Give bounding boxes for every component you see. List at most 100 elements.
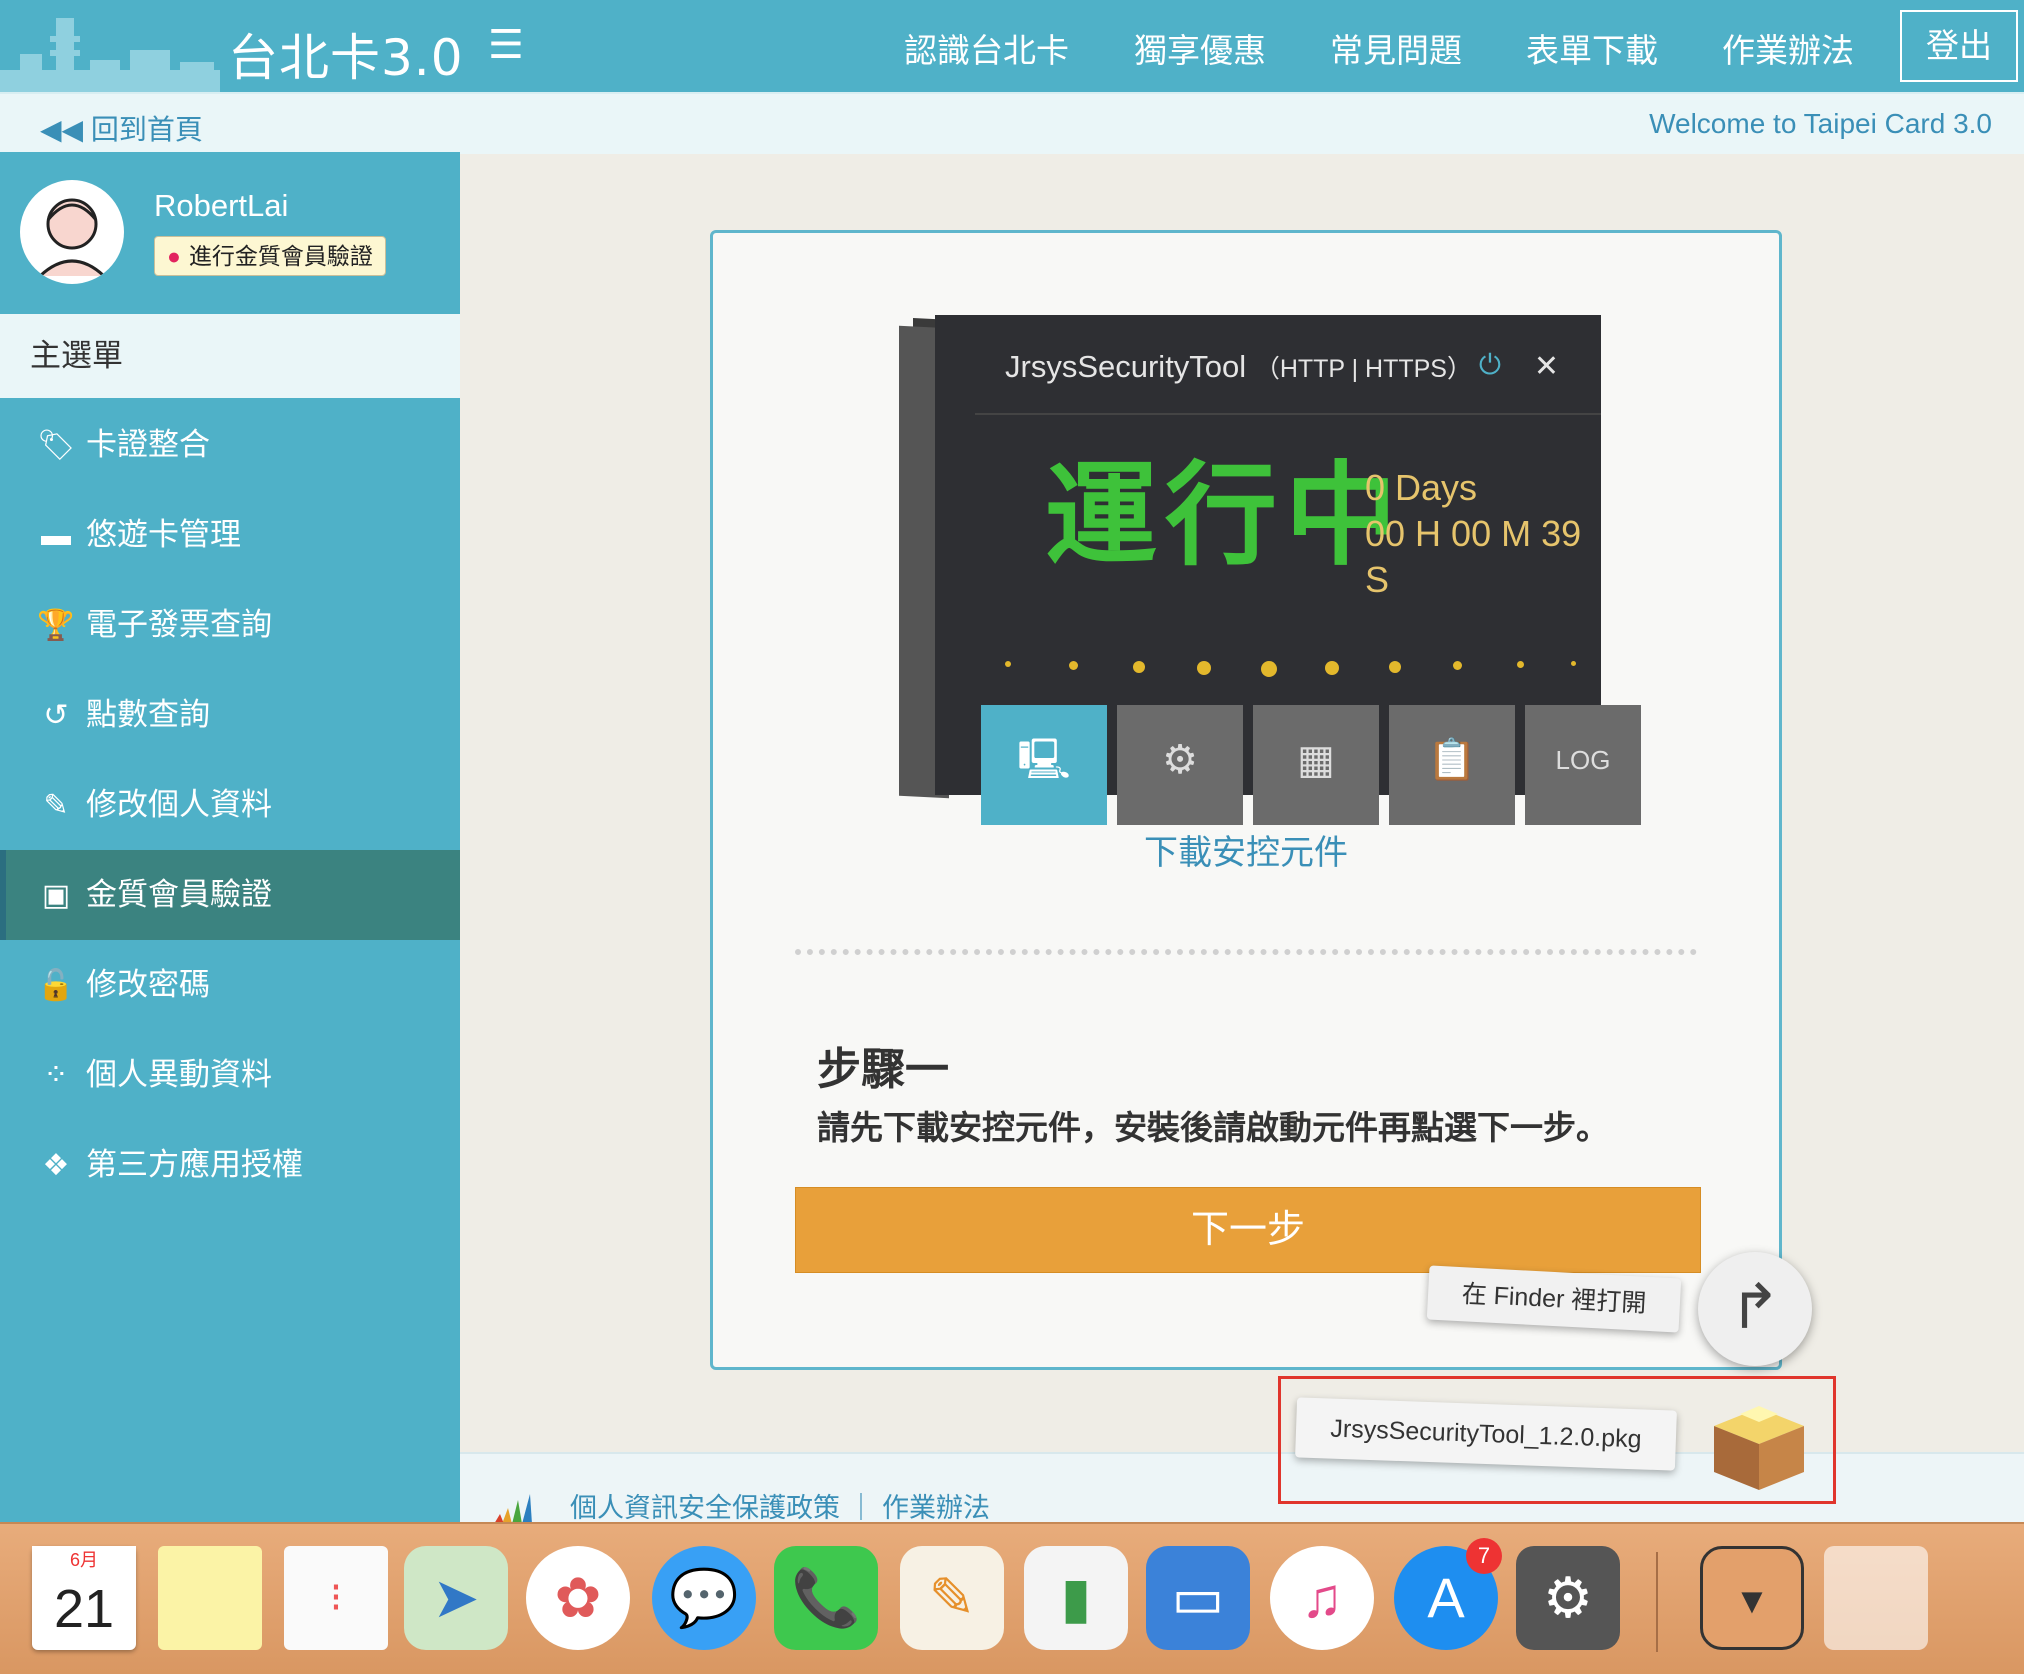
step-description: 請先下載安控元件，安裝後請啟動元件再點選下一步。 [817,1109,1609,1146]
tool-divider [975,413,1601,415]
user-avatar-icon [22,182,122,282]
log-icon: LOG [1525,705,1641,825]
tool-uptime: 0 Days 00 H 00 M 39 S [1365,465,1601,603]
dot [1325,661,1339,675]
sidebar-item-label: 個人異動資料 [86,1057,272,1092]
avatar [20,180,124,284]
brand-title[interactable]: 台北卡3.0 [228,18,464,90]
photos-app-icon[interactable]: ✿ [526,1546,630,1650]
sidebar-item-points[interactable]: ↺ 點數查詢 [0,670,460,760]
tool-days: 0 Days [1365,467,1478,508]
notes-app-icon[interactable] [158,1546,262,1650]
gears-icon: ⚙ [1117,705,1243,825]
welcome-text: Welcome to Taipei Card 3.0 [1649,108,1992,139]
step-title: 步驟一 [817,1045,949,1094]
nav-offers[interactable]: 獨享優惠 [1134,24,1266,72]
dot [1389,661,1401,673]
pages-app-icon[interactable]: ✎ [900,1546,1004,1650]
id-card-icon: ▣ [41,879,71,912]
sub-bar: ◀◀ 回到首頁 Welcome to Taipei Card 3.0 [0,92,2024,154]
verification-card: JrsysSecurityTool （HTTP | HTTPS） ⏻ ✕ 運行中… [710,230,1782,1370]
nav-about-card[interactable]: 認識台北卡 [904,24,1069,72]
macos-dock: 6月 21 ⁝ ➤ ✿ 💬 📞 ✎ ▮ ▭ ♫ A 7 ⚙ ▼ [0,1522,2024,1674]
close-icon: ✕ [1533,350,1559,383]
calendar-app-icon[interactable]: 6月 21 [32,1546,136,1650]
tool-status: 運行中 [1045,451,1405,581]
dot [1069,661,1078,670]
trophy-icon: 🏆 [37,609,75,642]
facetime-app-icon[interactable]: 📞 [774,1546,878,1650]
dot [1197,661,1211,675]
taipei-skyline-logo [0,18,220,92]
dock-separator [1656,1552,1658,1652]
top-nav-bar: 台北卡3.0 ☰ 認識台北卡 獨享優惠 常見問題 表單下載 作業辦法 登出 [0,0,2024,92]
numbers-app-icon[interactable]: ▮ [1024,1546,1128,1650]
appstore-badge: 7 [1466,1538,1502,1574]
tool-subtitle: （HTTP | HTTPS） [1254,355,1472,383]
sidebar-item-change-password[interactable]: 🔓 修改密碼 [0,940,460,1030]
reveal-in-finder-button[interactable]: ↱ [1698,1252,1812,1366]
dot [1133,661,1145,673]
calculator-icon: ▦ [1253,705,1379,825]
sidebar-item-card-integration[interactable]: 🏷 卡證整合 [0,400,460,490]
sidebar-item-change-log[interactable]: ⁘ 個人異動資料 [0,1030,460,1120]
tool-title-text: JrsysSecurityTool [1005,349,1247,384]
sidebar-item-label: 卡證整合 [86,427,210,462]
calendar-day: 21 [53,1579,115,1639]
taipei-logo-icon [494,1494,532,1524]
cubes-icon: ❖ [42,1149,70,1182]
edit-icon: ✎ [43,789,69,822]
lightbulb-icon: ● [167,243,181,269]
dot [1005,661,1011,667]
dotted-divider [795,949,1697,955]
dot [1261,661,1277,677]
appstore-app-icon[interactable]: A 7 [1394,1538,1502,1650]
spinner-icon: ⁘ [43,1059,69,1092]
username: RobertLai [154,188,289,223]
tool-title: JrsysSecurityTool （HTTP | HTTPS） [1005,349,1472,385]
sidebar-item-third-party[interactable]: ❖ 第三方應用授權 [0,1120,460,1210]
nav-faq[interactable]: 常見問題 [1330,24,1462,72]
badge-label: 進行金質會員驗證 [188,243,373,269]
sidebar-item-easycard[interactable]: ▬ 悠遊卡管理 [0,490,460,580]
monitor-chat-icon: 🖳 [981,705,1107,825]
sidebar-item-label: 金質會員驗證 [86,877,272,912]
sidebar-item-label: 悠遊卡管理 [86,517,241,552]
maps-app-icon[interactable]: ➤ [404,1546,508,1650]
nav-procedures[interactable]: 作業辦法 [1722,24,1854,72]
tags-icon: 🏷 [36,429,76,462]
keynote-app-icon[interactable]: ▭ [1146,1546,1250,1650]
sidebar-item-label: 點數查詢 [86,697,210,732]
downloads-stack-icon[interactable]: ▼ [1700,1546,1804,1650]
sidebar-item-invoice[interactable]: 🏆 電子發票查詢 [0,580,460,670]
nav-forms[interactable]: 表單下載 [1526,24,1658,72]
card-icon: ▬ [41,519,71,552]
hamburger-menu-icon[interactable]: ☰ [488,22,524,68]
clipboard-check-icon: 📋 [1389,705,1515,825]
gold-member-verify-badge[interactable]: ● 進行金質會員驗證 [154,236,386,276]
back-home-link[interactable]: ◀◀ 回到首頁 [40,108,203,148]
sidebar-item-label: 修改密碼 [86,967,210,1002]
sidebar: RobertLai ● 進行金質會員驗證 主選單 🏷 卡證整合 ▬ 悠遊卡管理 🏆 電子… [0,152,460,1522]
dot [1453,661,1462,670]
music-app-icon[interactable]: ♫ [1270,1546,1374,1650]
sidebar-item-label: 修改個人資料 [86,787,272,822]
dot [1517,661,1524,668]
dot [1571,661,1576,666]
history-icon: ↺ [43,699,69,732]
package-box-icon[interactable] [1704,1386,1814,1496]
next-step-button[interactable]: 下一步 [795,1187,1701,1273]
calendar-month: 6月 [32,1546,136,1574]
security-tool-image: JrsysSecurityTool （HTTP | HTTPS） ⏻ ✕ 運行中… [935,315,1641,825]
trash-icon[interactable] [1824,1546,1928,1650]
tool-time: 00 H 00 M 39 S [1365,513,1582,600]
messages-app-icon[interactable]: 💬 [652,1546,756,1650]
reminders-app-icon[interactable]: ⁝ [284,1546,388,1650]
sidebar-item-edit-profile[interactable]: ✎ 修改個人資料 [0,760,460,850]
download-component-link[interactable]: 下載安控元件 [713,825,1779,874]
footer-links[interactable]: 個人資訊安全保護政策 ｜ 作業辦法 [570,1486,990,1525]
main-menu-header: 主選單 [0,314,460,398]
system-preferences-icon[interactable]: ⚙ [1516,1546,1620,1650]
sidebar-item-gold-verify[interactable]: ▣ 金質會員驗證 [0,850,460,940]
logout-button[interactable]: 登出 [1900,10,2018,82]
